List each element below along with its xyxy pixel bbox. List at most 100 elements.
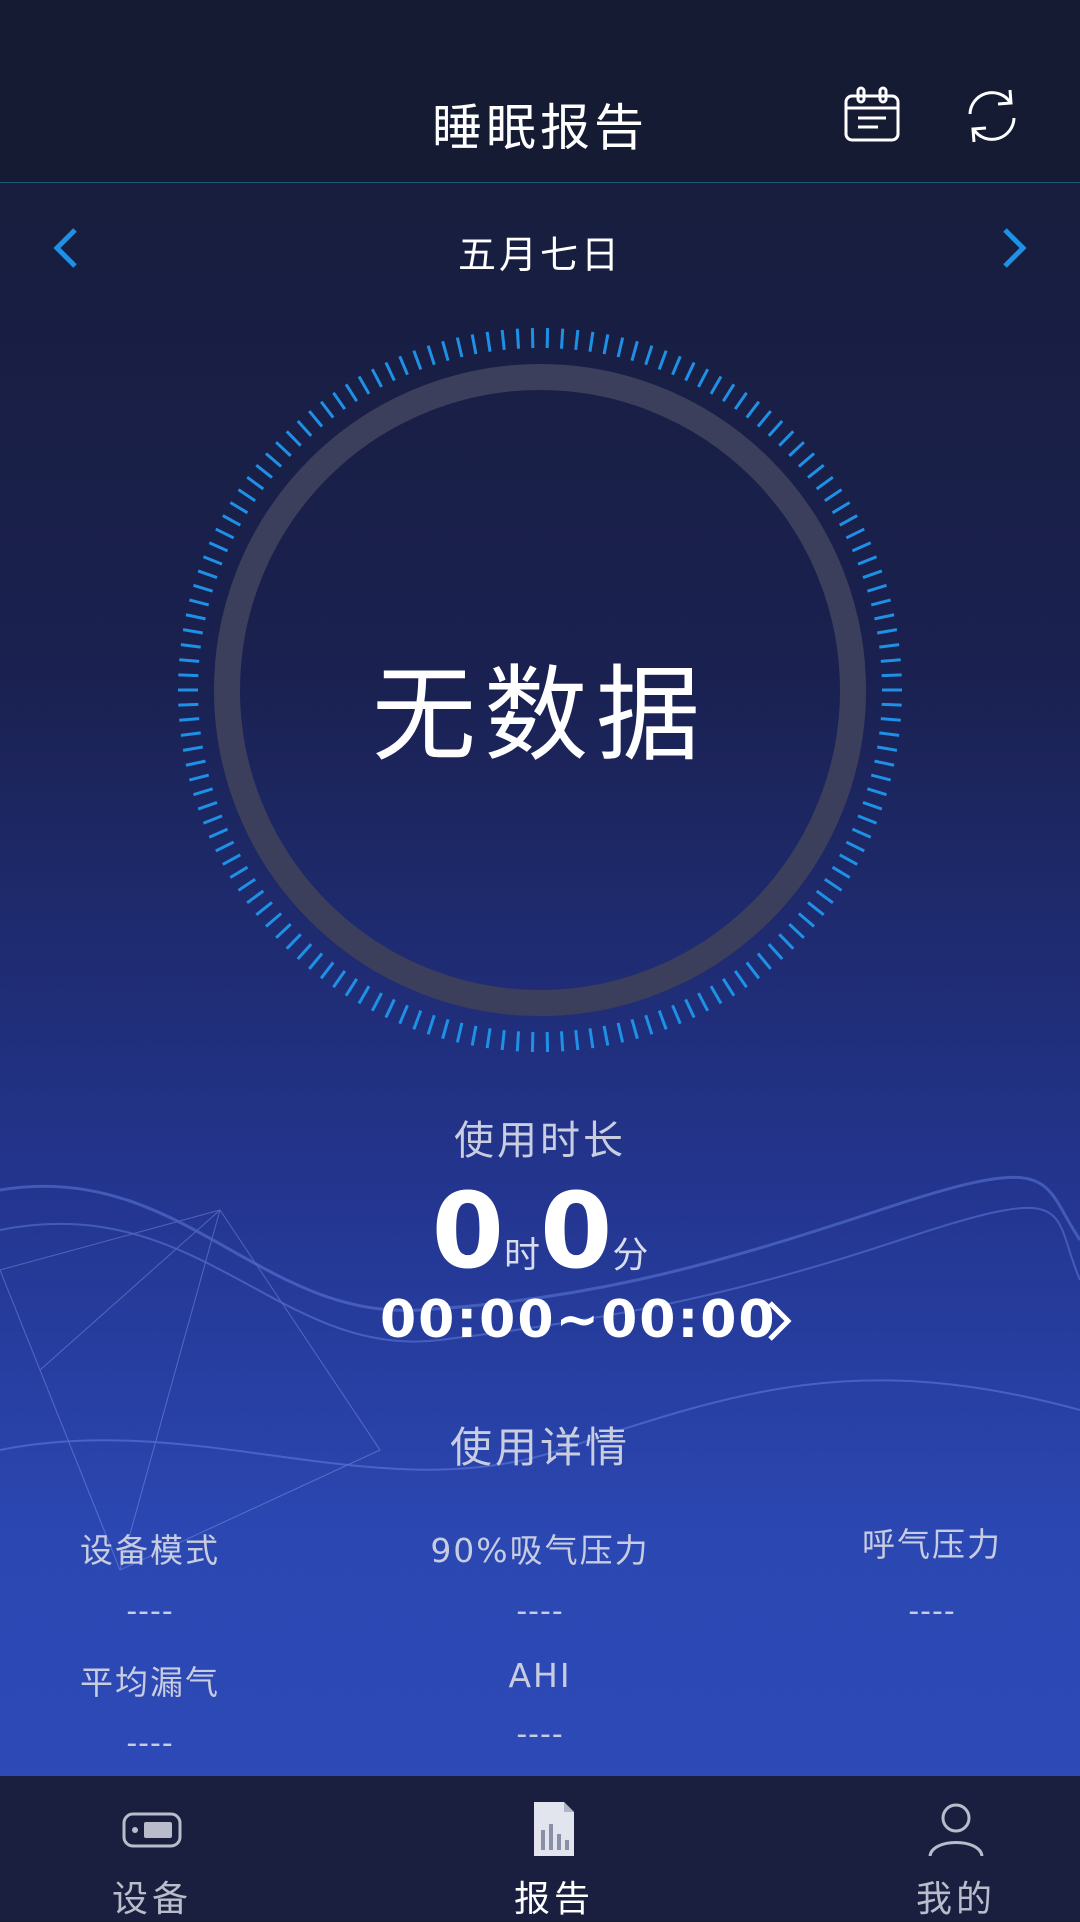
minutes-value: 0 xyxy=(540,1170,612,1292)
dial-tick xyxy=(858,816,877,823)
dial-tick xyxy=(852,829,870,837)
dial-tick xyxy=(502,1030,504,1050)
dial-tick xyxy=(189,600,208,605)
dial-tick xyxy=(186,615,206,619)
dial-tick xyxy=(735,393,746,409)
dial-tick xyxy=(846,529,864,538)
dial-tick xyxy=(817,477,833,489)
dial-tick xyxy=(711,986,721,1003)
dial-tick xyxy=(852,543,870,551)
dial-tick xyxy=(216,842,234,851)
usage-duration: 0时0分 xyxy=(0,1170,1080,1292)
dial-tick xyxy=(266,913,281,926)
detail-value: ---- xyxy=(0,1726,330,1761)
dial-tick xyxy=(457,1023,462,1042)
chevron-right-icon[interactable] xyxy=(758,1295,798,1347)
detail-value: ---- xyxy=(360,1594,720,1629)
dial-tick xyxy=(203,557,222,564)
minutes-unit: 分 xyxy=(612,1235,648,1276)
detail-value: ---- xyxy=(360,1717,720,1752)
dial-tick xyxy=(247,891,263,903)
dial-tick xyxy=(487,1028,490,1048)
date-label: 五月七日 xyxy=(0,224,1080,279)
dial-tick xyxy=(576,1030,578,1050)
dial-tick xyxy=(287,431,301,445)
dial-tick xyxy=(875,615,895,619)
detail-inhale-pressure: 90%吸气压力 ---- xyxy=(360,1524,720,1629)
dial-tick xyxy=(386,999,395,1017)
dial-tick xyxy=(659,1011,666,1030)
dial-tick xyxy=(747,402,759,418)
dial-tick xyxy=(428,346,434,365)
tab-report[interactable]: 报告 xyxy=(454,1776,654,1920)
dial-tick xyxy=(590,1028,593,1048)
dial-tick xyxy=(618,1023,623,1042)
dial-tick xyxy=(238,490,255,501)
dial-tick xyxy=(443,341,448,360)
calendar-icon[interactable] xyxy=(840,84,904,148)
dial-tick xyxy=(216,529,234,538)
dial-tick xyxy=(789,924,804,938)
dial-tick xyxy=(198,571,217,578)
dial-tick xyxy=(223,855,241,865)
tab-device[interactable]: 设备 xyxy=(52,1776,252,1920)
tab-label: 我的 xyxy=(856,1870,1056,1922)
dial-tick xyxy=(604,334,608,354)
tab-label: 报告 xyxy=(454,1870,654,1922)
dial-tick xyxy=(276,442,291,456)
dial-tick xyxy=(858,557,877,564)
dial-tick xyxy=(698,369,707,387)
dial-tick xyxy=(346,384,357,401)
dial-tick xyxy=(247,477,263,489)
dial-tick xyxy=(209,829,227,837)
detail-value: ---- xyxy=(0,1594,330,1629)
dial-tick xyxy=(825,879,842,890)
dial-tick xyxy=(287,934,301,948)
dial-tick xyxy=(502,330,504,350)
dial-tick xyxy=(321,962,333,978)
dial-tick xyxy=(428,1015,434,1034)
dial-tick xyxy=(256,902,272,914)
dial-tick xyxy=(867,789,886,795)
device-icon xyxy=(122,1800,182,1858)
dial-tick xyxy=(487,332,490,352)
dial-tick xyxy=(863,571,882,578)
detail-label: 平均漏气 xyxy=(0,1656,330,1704)
user-icon xyxy=(926,1800,986,1858)
dial-tick xyxy=(400,356,408,374)
dial-tick xyxy=(769,421,782,436)
dial-tick xyxy=(346,979,357,996)
dial-tick xyxy=(840,855,858,865)
dial-tick xyxy=(561,1031,562,1051)
time-range[interactable]: 00:00~00:00 xyxy=(380,1290,777,1350)
dial-tick xyxy=(808,902,824,914)
dial-tick xyxy=(659,351,666,370)
dial-tick xyxy=(193,789,212,795)
dial-tick xyxy=(799,913,814,926)
dial-tick xyxy=(309,411,322,426)
hours-value: 0 xyxy=(432,1170,504,1292)
dial-tick xyxy=(723,979,734,996)
dial-tick xyxy=(333,393,344,409)
dial-tick xyxy=(414,351,421,370)
no-data-text: 无数据 xyxy=(170,630,910,781)
dial-tick xyxy=(686,999,695,1017)
dial-tick xyxy=(457,338,462,357)
dial-tick xyxy=(711,376,721,393)
chevron-right-icon[interactable] xyxy=(984,218,1044,278)
dial-tick xyxy=(632,341,637,360)
dial-tick xyxy=(871,600,890,605)
dial-tick xyxy=(840,516,858,526)
dial-tick xyxy=(203,816,222,823)
dial-tick xyxy=(808,465,824,477)
refresh-icon[interactable] xyxy=(960,84,1024,148)
dial-tick xyxy=(686,362,695,380)
dial-tick xyxy=(230,867,247,877)
tab-mine[interactable]: 我的 xyxy=(856,1776,1056,1920)
date-navigation: 五月七日 xyxy=(0,218,1080,278)
dial-tick xyxy=(517,1031,518,1051)
dial-tick xyxy=(833,502,850,512)
dial-tick xyxy=(333,971,344,987)
dial-tick xyxy=(576,330,578,350)
dial-tick xyxy=(472,1026,476,1046)
